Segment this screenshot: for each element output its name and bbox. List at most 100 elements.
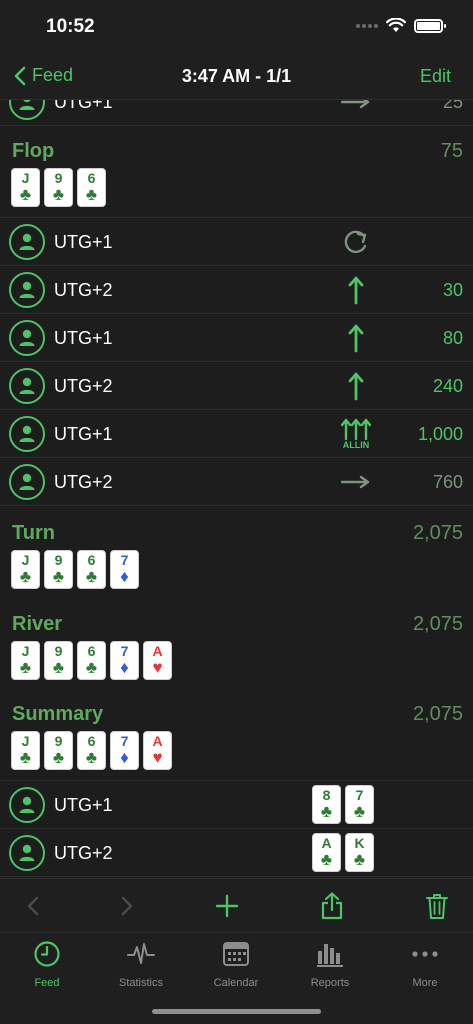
playing-card: K ♣: [345, 833, 374, 872]
action-row[interactable]: UTG+1 ALLIN 1,000: [0, 410, 473, 458]
bet-amount: 25: [442, 100, 463, 112]
add-button[interactable]: [212, 891, 242, 921]
playing-card: 6 ♣: [77, 641, 106, 680]
bet-amount: 80: [442, 328, 463, 348]
playing-card: J ♣: [11, 641, 40, 680]
playing-card: 9 ♣: [44, 550, 73, 589]
board-cards: J ♣ 9 ♣ 6 ♣ 7 ♦: [11, 550, 139, 589]
card-rank: 6: [87, 552, 96, 568]
tab-label: Feed: [34, 977, 60, 989]
tab-label: Reports: [310, 977, 350, 989]
pot-amount: 75: [440, 140, 463, 162]
action-row[interactable]: UTG+2 240: [0, 362, 473, 410]
action-row[interactable]: UTG+2 30: [0, 266, 473, 314]
board-cards: J ♣ 9 ♣ 6 ♣: [11, 168, 106, 207]
delete-button[interactable]: [422, 891, 452, 921]
playing-card: 8 ♣: [312, 785, 341, 824]
home-indicator: [152, 1009, 321, 1014]
playing-card: A ♥: [143, 731, 172, 770]
flop-section: Flop 75 J ♣ 9 ♣ 6 ♣: [0, 140, 473, 216]
bottom-toolbar: [0, 878, 473, 932]
playing-card: J ♣: [11, 731, 40, 770]
tab-calendar[interactable]: Calendar: [189, 939, 283, 995]
card-rank: J: [21, 170, 30, 186]
pot-amount: 2,075: [412, 522, 463, 544]
card-rank: J: [21, 552, 30, 568]
player-name: UTG+1: [54, 232, 113, 252]
tab-reports[interactable]: Reports: [283, 939, 377, 995]
pot-amount: 2,075: [412, 613, 463, 635]
card-rank: J: [21, 733, 30, 749]
bet-amount: 240: [432, 376, 463, 396]
summary-section: Summary 2,075 J ♣ 9 ♣ 6 ♣ 7 ♦ A ♥: [0, 703, 473, 779]
showdown-row[interactable]: UTG+2 A ♣ K ♣: [0, 829, 473, 877]
check-icon: [336, 224, 376, 260]
action-row[interactable]: UTG+2 760: [0, 458, 473, 506]
edit-button[interactable]: Edit: [420, 66, 451, 87]
calendar-icon: [223, 942, 249, 966]
card-rank: 7: [120, 552, 129, 568]
player-name: UTG+1: [54, 795, 113, 815]
playing-card: 7 ♣: [345, 785, 374, 824]
person-icon: [9, 100, 45, 120]
turn-section: Turn 2,075 J ♣ 9 ♣ 6 ♣ 7 ♦: [0, 522, 473, 594]
previous-hand-button[interactable]: [18, 891, 48, 921]
playing-card: 7 ♦: [110, 641, 139, 680]
raise-arrow-up-icon: [336, 368, 376, 404]
card-rank: 9: [54, 733, 63, 749]
tab-label: More: [412, 977, 438, 989]
player-name: UTG+1: [54, 424, 113, 444]
card-suit-icon: ♣: [353, 850, 366, 869]
action-row[interactable]: UTG+1 25: [0, 100, 473, 126]
card-rank: 6: [87, 733, 96, 749]
showdown-row[interactable]: UTG+1 8 ♣ 7 ♣: [0, 781, 473, 829]
card-rank: A: [152, 643, 163, 659]
tab-statistics[interactable]: Statistics: [94, 939, 188, 995]
card-suit-icon: ♣: [52, 658, 65, 677]
battery-icon: [414, 18, 446, 33]
card-rank: 7: [120, 733, 129, 749]
call-arrow-icon: [336, 100, 376, 120]
bet-amount: 30: [442, 280, 463, 300]
river-section: River 2,075 J ♣ 9 ♣ 6 ♣ 7 ♦ A ♥: [0, 613, 473, 685]
card-suit-icon: ♣: [85, 567, 98, 586]
board-cards: J ♣ 9 ♣ 6 ♣ 7 ♦ A ♥: [11, 731, 172, 770]
tab-feed[interactable]: Feed: [0, 939, 94, 995]
card-rank: 7: [355, 787, 364, 803]
bet-arrow-up-icon: [336, 272, 376, 308]
clock-icon: [34, 941, 60, 967]
tab-more[interactable]: More: [378, 939, 472, 995]
bet-amount: 1,000: [417, 424, 463, 444]
status-bar: 10:52: [0, 0, 473, 54]
nav-bar: Feed 3:47 AM - 1/1 Edit: [0, 54, 473, 100]
share-icon: [321, 892, 343, 920]
card-rank: 7: [120, 643, 129, 659]
playing-card: A ♣: [312, 833, 341, 872]
person-icon: [9, 464, 45, 500]
status-time: 10:52: [46, 16, 95, 37]
card-rank: 9: [54, 170, 63, 186]
hand-history-list[interactable]: UTG+1 25 Flop 75 J ♣ 9 ♣ 6 ♣ UTG+1 UTG+2 30 U…: [0, 100, 473, 878]
card-suit-icon: ♥: [152, 658, 163, 677]
player-name: UTG+1: [54, 100, 113, 112]
section-title: Turn: [12, 522, 55, 544]
next-hand-button[interactable]: [112, 891, 142, 921]
card-suit-icon: ♦: [120, 748, 129, 767]
signal-icon: [356, 23, 378, 28]
hole-cards: A ♣ K ♣: [312, 833, 374, 872]
bar-chart-icon: [317, 944, 343, 967]
person-icon: [9, 835, 45, 871]
playing-card: 6 ♣: [77, 168, 106, 207]
share-button[interactable]: [317, 891, 347, 921]
hole-cards: 8 ♣ 7 ♣: [312, 785, 374, 824]
person-icon: [9, 368, 45, 404]
action-row[interactable]: UTG+1: [0, 218, 473, 266]
person-icon: [9, 224, 45, 260]
raise-arrow-up-icon: [336, 320, 376, 356]
allin-arrows-icon: ALLIN: [336, 416, 376, 452]
page-title: 3:47 AM - 1/1: [181, 66, 292, 86]
action-row[interactable]: UTG+1 80: [0, 314, 473, 362]
pot-amount: 2,075: [412, 703, 463, 725]
card-suit-icon: ♣: [52, 748, 65, 767]
playing-card: 6 ♣: [77, 550, 106, 589]
